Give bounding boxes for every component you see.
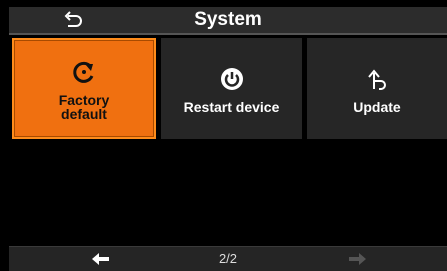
page-indicator: 2/2: [218, 251, 238, 266]
update-arrow-icon: [365, 64, 389, 94]
update-tile[interactable]: Update: [307, 38, 447, 139]
restart-device-tile[interactable]: Restart device: [161, 38, 302, 139]
tile-label-update: Update: [353, 98, 401, 115]
reset-icon: [71, 57, 97, 87]
system-screen: System Factory default Restart device Up…: [9, 7, 447, 271]
header-bar: System: [9, 7, 447, 35]
page-title: System: [194, 9, 262, 30]
power-icon: [220, 64, 244, 94]
tile-label-factory-default: Factory default: [58, 91, 110, 122]
factory-default-tile[interactable]: Factory default: [12, 38, 156, 139]
right-arrow-icon: [349, 253, 366, 265]
footer-bar: 2/2: [9, 246, 447, 271]
tile-label-restart-device: Restart device: [183, 98, 280, 115]
